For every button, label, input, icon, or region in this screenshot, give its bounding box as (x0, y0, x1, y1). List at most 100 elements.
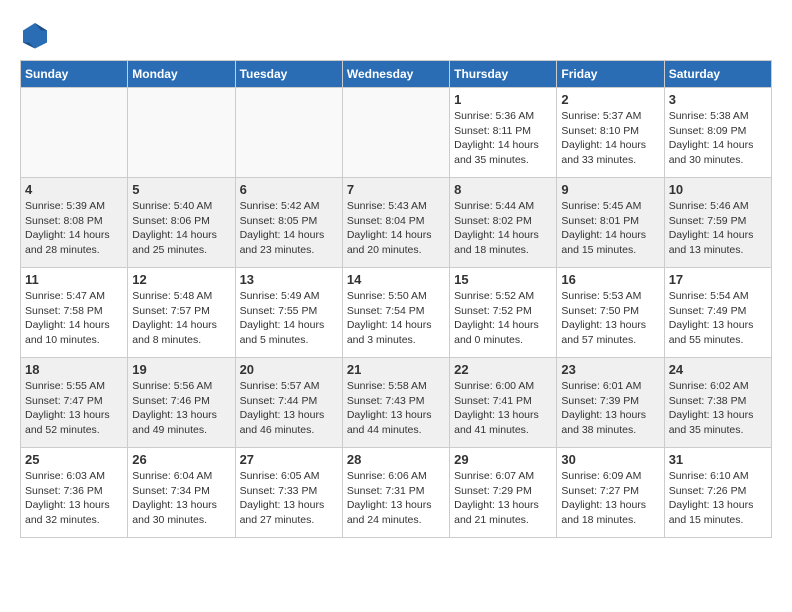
day-number: 6 (240, 182, 338, 197)
day-number: 22 (454, 362, 552, 377)
day-info: Sunrise: 5:42 AM Sunset: 8:05 PM Dayligh… (240, 199, 338, 258)
day-info: Sunrise: 6:09 AM Sunset: 7:27 PM Dayligh… (561, 469, 659, 528)
logo-icon (20, 20, 50, 50)
calendar-cell (342, 88, 449, 178)
calendar-cell: 12Sunrise: 5:48 AM Sunset: 7:57 PM Dayli… (128, 268, 235, 358)
page-header (20, 20, 772, 50)
weekday-header-friday: Friday (557, 61, 664, 88)
weekday-header-monday: Monday (128, 61, 235, 88)
day-number: 5 (132, 182, 230, 197)
day-info: Sunrise: 5:40 AM Sunset: 8:06 PM Dayligh… (132, 199, 230, 258)
day-info: Sunrise: 5:57 AM Sunset: 7:44 PM Dayligh… (240, 379, 338, 438)
day-number: 29 (454, 452, 552, 467)
day-number: 24 (669, 362, 767, 377)
calendar-cell: 10 Sunrise: 5:46 AM Sunset: 7:59 PM Dayli… (664, 178, 771, 268)
day-info: Sunrise: 5:37 AM Sunset: 8:10 PM Dayligh… (561, 109, 659, 168)
day-number: 4 (25, 182, 123, 197)
calendar-cell: 8 Sunrise: 5:44 AM Sunset: 8:02 PM Daylig… (450, 178, 557, 268)
day-number: 25 (25, 452, 123, 467)
calendar-cell: 25 Sunrise: 6:03 AM Sunset: 7:36 PM Dayli… (21, 448, 128, 538)
day-info: Sunrise: 5:56 AM Sunset: 7:46 PM Dayligh… (132, 379, 230, 438)
day-number: 17 (669, 272, 767, 287)
day-number: 31 (669, 452, 767, 467)
weekday-header-wednesday: Wednesday (342, 61, 449, 88)
day-number: 19 (132, 362, 230, 377)
day-info: Sunrise: 5:39 AM Sunset: 8:08 PM Dayligh… (25, 199, 123, 258)
day-info: Sunrise: 6:10 AM Sunset: 7:26 PM Dayligh… (669, 469, 767, 528)
calendar-cell: 7 Sunrise: 5:43 AM Sunset: 8:04 PM Daylig… (342, 178, 449, 268)
calendar-cell: 2 Sunrise: 5:37 AM Sunset: 8:10 PM Daylig… (557, 88, 664, 178)
calendar-cell: 21 Sunrise: 5:58 AM Sunset: 7:43 PM Dayli… (342, 358, 449, 448)
calendar-cell: 17 Sunrise: 5:54 AM Sunset: 7:49 PM Dayli… (664, 268, 771, 358)
weekday-header-thursday: Thursday (450, 61, 557, 88)
calendar-cell: 5 Sunrise: 5:40 AM Sunset: 8:06 PM Daylig… (128, 178, 235, 268)
weekday-header-sunday: Sunday (21, 61, 128, 88)
calendar-cell: 13Sunrise: 5:49 AM Sunset: 7:55 PM Dayli… (235, 268, 342, 358)
calendar-cell: 3 Sunrise: 5:38 AM Sunset: 8:09 PM Daylig… (664, 88, 771, 178)
calendar-cell: 29 Sunrise: 6:07 AM Sunset: 7:29 PM Dayli… (450, 448, 557, 538)
day-number: 21 (347, 362, 445, 377)
calendar-cell: 16 Sunrise: 5:53 AM Sunset: 7:50 PM Dayli… (557, 268, 664, 358)
logo (20, 20, 54, 50)
calendar-cell: 1 Sunrise: 5:36 AM Sunset: 8:11 PM Daylig… (450, 88, 557, 178)
calendar-cell: 4 Sunrise: 5:39 AM Sunset: 8:08 PM Daylig… (21, 178, 128, 268)
calendar-cell: 15 Sunrise: 5:52 AM Sunset: 7:52 PM Dayli… (450, 268, 557, 358)
weekday-header-tuesday: Tuesday (235, 61, 342, 88)
weekday-header-saturday: Saturday (664, 61, 771, 88)
day-info: Sunrise: 5:47 AM Sunset: 7:58 PM Dayligh… (25, 289, 123, 348)
calendar-cell (128, 88, 235, 178)
day-number: 2 (561, 92, 659, 107)
day-info: Sunrise: 5:44 AM Sunset: 8:02 PM Dayligh… (454, 199, 552, 258)
day-info: Sunrise: 5:55 AM Sunset: 7:47 PM Dayligh… (25, 379, 123, 438)
day-number: 15 (454, 272, 552, 287)
day-info: Sunrise: 5:54 AM Sunset: 7:49 PM Dayligh… (669, 289, 767, 348)
day-number: 27 (240, 452, 338, 467)
calendar-cell: 11Sunrise: 5:47 AM Sunset: 7:58 PM Dayli… (21, 268, 128, 358)
calendar-cell: 18 Sunrise: 5:55 AM Sunset: 7:47 PM Dayli… (21, 358, 128, 448)
calendar-cell: 31 Sunrise: 6:10 AM Sunset: 7:26 PM Dayli… (664, 448, 771, 538)
day-info: Sunrise: 5:48 AM Sunset: 7:57 PM Dayligh… (132, 289, 230, 348)
day-number: 16 (561, 272, 659, 287)
calendar-cell (235, 88, 342, 178)
day-number: 23 (561, 362, 659, 377)
day-info: Sunrise: 5:38 AM Sunset: 8:09 PM Dayligh… (669, 109, 767, 168)
calendar-cell: 23 Sunrise: 6:01 AM Sunset: 7:39 PM Dayli… (557, 358, 664, 448)
day-info: Sunrise: 5:45 AM Sunset: 8:01 PM Dayligh… (561, 199, 659, 258)
calendar-cell: 22 Sunrise: 6:00 AM Sunset: 7:41 PM Dayli… (450, 358, 557, 448)
calendar-week-row: 4 Sunrise: 5:39 AM Sunset: 8:08 PM Daylig… (21, 178, 772, 268)
calendar-cell: 9 Sunrise: 5:45 AM Sunset: 8:01 PM Daylig… (557, 178, 664, 268)
day-number: 1 (454, 92, 552, 107)
day-number: 14 (347, 272, 445, 287)
day-number: 18 (25, 362, 123, 377)
calendar-cell: 20 Sunrise: 5:57 AM Sunset: 7:44 PM Dayli… (235, 358, 342, 448)
day-info: Sunrise: 6:07 AM Sunset: 7:29 PM Dayligh… (454, 469, 552, 528)
day-number: 13 (240, 272, 338, 287)
day-info: Sunrise: 5:58 AM Sunset: 7:43 PM Dayligh… (347, 379, 445, 438)
day-info: Sunrise: 6:01 AM Sunset: 7:39 PM Dayligh… (561, 379, 659, 438)
day-number: 28 (347, 452, 445, 467)
day-info: Sunrise: 6:06 AM Sunset: 7:31 PM Dayligh… (347, 469, 445, 528)
day-number: 8 (454, 182, 552, 197)
day-number: 26 (132, 452, 230, 467)
day-number: 30 (561, 452, 659, 467)
day-info: Sunrise: 6:00 AM Sunset: 7:41 PM Dayligh… (454, 379, 552, 438)
day-number: 3 (669, 92, 767, 107)
day-info: Sunrise: 6:02 AM Sunset: 7:38 PM Dayligh… (669, 379, 767, 438)
day-info: Sunrise: 5:36 AM Sunset: 8:11 PM Dayligh… (454, 109, 552, 168)
day-info: Sunrise: 5:53 AM Sunset: 7:50 PM Dayligh… (561, 289, 659, 348)
calendar-cell: 28 Sunrise: 6:06 AM Sunset: 7:31 PM Dayli… (342, 448, 449, 538)
calendar-week-row: 1 Sunrise: 5:36 AM Sunset: 8:11 PM Daylig… (21, 88, 772, 178)
day-info: Sunrise: 5:52 AM Sunset: 7:52 PM Dayligh… (454, 289, 552, 348)
day-number: 7 (347, 182, 445, 197)
day-info: Sunrise: 5:50 AM Sunset: 7:54 PM Dayligh… (347, 289, 445, 348)
day-info: Sunrise: 6:03 AM Sunset: 7:36 PM Dayligh… (25, 469, 123, 528)
day-number: 9 (561, 182, 659, 197)
calendar-cell: 26 Sunrise: 6:04 AM Sunset: 7:34 PM Dayli… (128, 448, 235, 538)
day-info: Sunrise: 5:46 AM Sunset: 7:59 PM Dayligh… (669, 199, 767, 258)
day-info: Sunrise: 5:43 AM Sunset: 8:04 PM Dayligh… (347, 199, 445, 258)
calendar-cell: 27Sunrise: 6:05 AM Sunset: 7:33 PM Dayli… (235, 448, 342, 538)
day-number: 20 (240, 362, 338, 377)
day-info: Sunrise: 6:04 AM Sunset: 7:34 PM Dayligh… (132, 469, 230, 528)
day-number: 10 (669, 182, 767, 197)
calendar-table: SundayMondayTuesdayWednesdayThursdayFrid… (20, 60, 772, 538)
